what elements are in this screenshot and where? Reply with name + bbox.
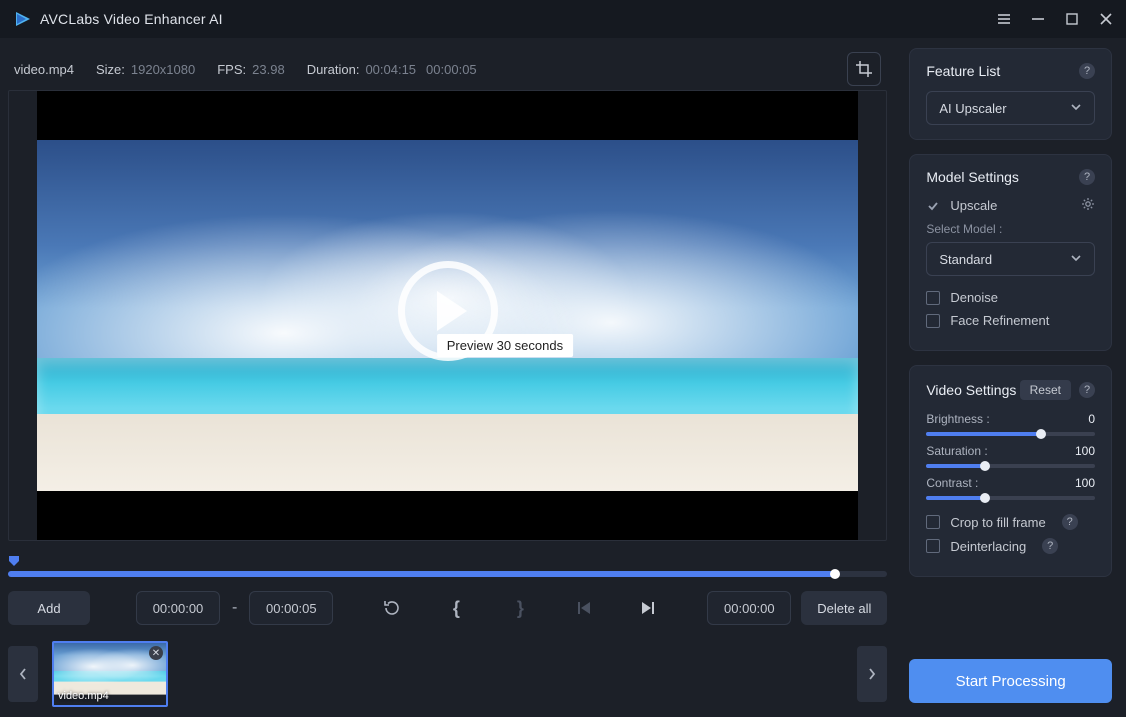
video-help-icon[interactable]: ? bbox=[1079, 382, 1095, 398]
deinterlace-help-icon[interactable]: ? bbox=[1042, 538, 1058, 554]
info-position-value: 00:00:05 bbox=[426, 62, 477, 77]
model-settings-panel: Model Settings ? Upscale Select Model : … bbox=[909, 154, 1112, 351]
brightness-value: 0 bbox=[1088, 412, 1095, 426]
delete-all-button[interactable]: Delete all bbox=[801, 591, 887, 625]
timeline-start-marker[interactable] bbox=[8, 555, 887, 569]
mark-in-icon[interactable]: { bbox=[443, 595, 469, 621]
denoise-label: Denoise bbox=[950, 290, 998, 305]
info-size-label: Size: bbox=[96, 62, 125, 77]
start-processing-button[interactable]: Start Processing bbox=[909, 659, 1112, 703]
crop-fill-label: Crop to fill frame bbox=[950, 515, 1045, 530]
feature-select-value: AI Upscaler bbox=[939, 101, 1006, 116]
face-refinement-checkbox[interactable] bbox=[926, 314, 940, 328]
current-time-input[interactable] bbox=[707, 591, 791, 625]
thumb-prev-button[interactable] bbox=[8, 646, 38, 702]
timeline-track[interactable] bbox=[8, 571, 887, 577]
crop-button[interactable] bbox=[847, 52, 881, 86]
feature-select[interactable]: AI Upscaler bbox=[926, 91, 1095, 125]
info-filename: video.mp4 bbox=[14, 62, 74, 77]
brightness-slider[interactable] bbox=[926, 432, 1095, 436]
video-info-bar: video.mp4 Size: 1920x1080 FPS: 23.98 Durat… bbox=[8, 48, 887, 90]
thumbnail-label: video.mp4 bbox=[58, 690, 109, 702]
undo-icon[interactable] bbox=[379, 595, 405, 621]
video-preview-area: Preview 30 seconds bbox=[8, 90, 887, 541]
contrast-slider[interactable] bbox=[926, 496, 1095, 500]
trim-end-input[interactable] bbox=[249, 591, 333, 625]
saturation-label: Saturation : bbox=[926, 444, 987, 458]
feature-list-title: Feature List bbox=[926, 63, 1000, 79]
info-duration-label: Duration: bbox=[307, 62, 360, 77]
info-size-value: 1920x1080 bbox=[131, 62, 195, 77]
timeline-playhead[interactable] bbox=[830, 569, 840, 579]
chevron-down-icon bbox=[1070, 252, 1082, 267]
info-duration-value: 00:04:15 bbox=[365, 62, 416, 77]
feature-help-icon[interactable]: ? bbox=[1079, 63, 1095, 79]
clip-thumbnail[interactable]: ✕ video.mp4 bbox=[52, 641, 168, 707]
trim-start-input[interactable] bbox=[136, 591, 220, 625]
saturation-value: 100 bbox=[1075, 444, 1095, 458]
add-button[interactable]: Add bbox=[8, 591, 90, 625]
preview-tooltip: Preview 30 seconds bbox=[437, 334, 573, 357]
deinterlace-label: Deinterlacing bbox=[950, 539, 1026, 554]
app-logo-icon bbox=[14, 10, 32, 28]
model-help-icon[interactable]: ? bbox=[1079, 169, 1095, 185]
deinterlace-checkbox[interactable] bbox=[926, 539, 940, 553]
reset-button[interactable]: Reset bbox=[1020, 380, 1071, 400]
contrast-label: Contrast : bbox=[926, 476, 978, 490]
window-minimize-icon[interactable] bbox=[1030, 11, 1046, 27]
thumbnail-remove-icon[interactable]: ✕ bbox=[149, 646, 163, 660]
denoise-checkbox[interactable] bbox=[926, 291, 940, 305]
face-refinement-label: Face Refinement bbox=[950, 313, 1049, 328]
app-menu-icon[interactable] bbox=[996, 11, 1012, 27]
upscale-settings-icon[interactable] bbox=[1081, 197, 1095, 214]
upscale-check-icon bbox=[926, 199, 940, 213]
model-settings-title: Model Settings bbox=[926, 169, 1019, 185]
chevron-down-icon bbox=[1070, 101, 1082, 116]
upscale-label: Upscale bbox=[950, 198, 997, 213]
info-fps-label: FPS: bbox=[217, 62, 246, 77]
contrast-value: 100 bbox=[1075, 476, 1095, 490]
next-frame-icon[interactable] bbox=[635, 595, 661, 621]
video-settings-panel: Video Settings Reset ? Brightness : 0 Sat… bbox=[909, 365, 1112, 577]
saturation-slider[interactable] bbox=[926, 464, 1095, 468]
info-fps-value: 23.98 bbox=[252, 62, 285, 77]
select-model-label: Select Model : bbox=[926, 222, 1095, 236]
prev-frame-icon[interactable] bbox=[571, 595, 597, 621]
video-settings-title: Video Settings bbox=[926, 382, 1016, 398]
window-close-icon[interactable] bbox=[1098, 11, 1114, 27]
crop-fill-checkbox[interactable] bbox=[926, 515, 940, 529]
crop-help-icon[interactable]: ? bbox=[1062, 514, 1078, 530]
thumb-next-button[interactable] bbox=[857, 646, 887, 702]
video-frame: Preview 30 seconds bbox=[37, 91, 858, 540]
app-title: AVCLabs Video Enhancer AI bbox=[40, 11, 223, 27]
model-select[interactable]: Standard bbox=[926, 242, 1095, 276]
feature-list-panel: Feature List ? AI Upscaler bbox=[909, 48, 1112, 140]
model-select-value: Standard bbox=[939, 252, 992, 267]
window-maximize-icon[interactable] bbox=[1064, 11, 1080, 27]
mark-out-icon[interactable]: } bbox=[507, 595, 533, 621]
trim-dash: - bbox=[230, 599, 239, 617]
brightness-label: Brightness : bbox=[926, 412, 989, 426]
title-bar: AVCLabs Video Enhancer AI bbox=[0, 0, 1126, 38]
